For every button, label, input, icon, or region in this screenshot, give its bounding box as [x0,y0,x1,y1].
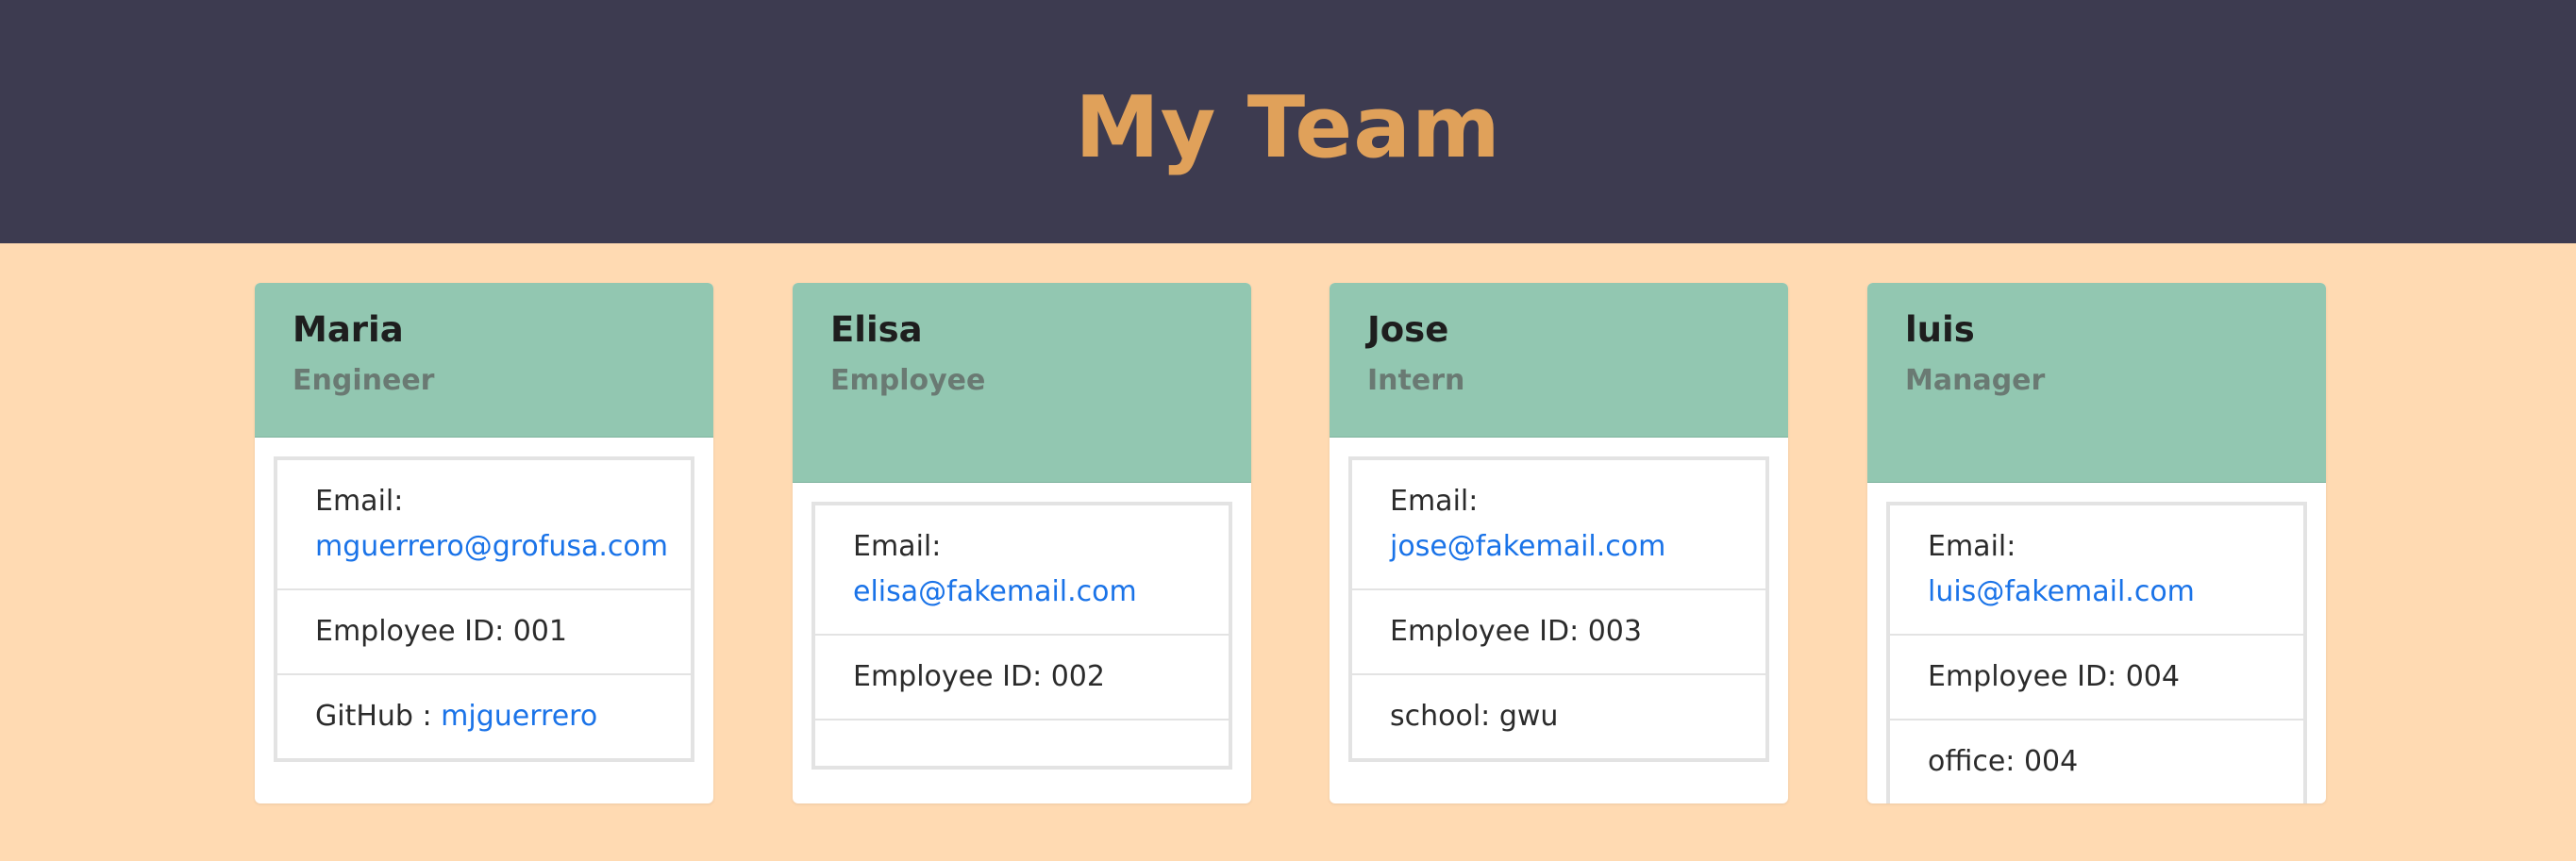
office-item: office: 004 [1890,719,2303,803]
card-body: Email: jose@fakemail.com Employee ID: 00… [1330,438,1788,781]
employee-card: Elisa Employee Email: elisa@fakemail.com… [793,283,1251,803]
employee-id-item: Employee ID: 003 [1352,588,1765,673]
email-link[interactable]: mguerrero@grofusa.com [315,530,668,563]
employee-name: luis [1905,309,1975,350]
email-item: Email: jose@fakemail.com [1352,460,1765,588]
school-item: school: gwu [1352,673,1765,758]
empty-item [815,719,1229,766]
employee-role: Manager [1905,364,2046,397]
employee-name: Elisa [830,309,923,350]
info-list: Email: elisa@fakemail.com Employee ID: 0… [811,502,1232,770]
employee-role: Intern [1367,364,1465,397]
email-link[interactable]: jose@fakemail.com [1390,530,1665,563]
card-header: Elisa Employee [793,283,1251,483]
employee-id-item: Employee ID: 004 [1890,634,2303,719]
employee-id-item: Employee ID: 002 [815,634,1229,719]
github-link[interactable]: mjguerrero [441,700,597,733]
email-label: Email: [853,530,942,563]
employee-role: Engineer [293,364,435,397]
card-body: Email: mguerrero@grofusa.com Employee ID… [255,438,713,781]
page-title: My Team [1075,77,1501,177]
github-item: GitHub : mjguerrero [277,673,691,758]
email-label: Email: [1390,485,1479,518]
email-item: Email: elisa@fakemail.com [815,505,1229,634]
email-link[interactable]: luis@fakemail.com [1928,575,2195,608]
card-header: Jose Intern [1330,283,1788,438]
info-list: Email: mguerrero@grofusa.com Employee ID… [274,456,694,762]
info-list: Email: luis@fakemail.com Employee ID: 00… [1886,502,2307,803]
employee-name: Jose [1367,309,1449,350]
employee-role: Employee [830,364,986,397]
card-header: luis Manager [1867,283,2326,483]
employee-id-item: Employee ID: 001 [277,588,691,673]
employee-name: Maria [293,309,404,350]
github-label: GitHub : [315,700,432,733]
employee-card: Jose Intern Email: jose@fakemail.com Emp… [1330,283,1788,803]
email-item: Email: luis@fakemail.com [1890,505,2303,634]
email-label: Email: [315,485,404,518]
card-body: Email: elisa@fakemail.com Employee ID: 0… [793,483,1251,788]
email-label: Email: [1928,530,2016,563]
card-body: Email: luis@fakemail.com Employee ID: 00… [1867,483,2326,803]
team-cards: Maria Engineer Email: mguerrero@grofusa.… [0,283,2576,811]
card-header: Maria Engineer [255,283,713,438]
employee-card: luis Manager Email: luis@fakemail.com Em… [1867,283,2326,803]
employee-card: Maria Engineer Email: mguerrero@grofusa.… [255,283,713,803]
info-list: Email: jose@fakemail.com Employee ID: 00… [1348,456,1769,762]
email-item: Email: mguerrero@grofusa.com [277,460,691,588]
email-link[interactable]: elisa@fakemail.com [853,575,1137,608]
page-header: My Team [0,0,2576,243]
